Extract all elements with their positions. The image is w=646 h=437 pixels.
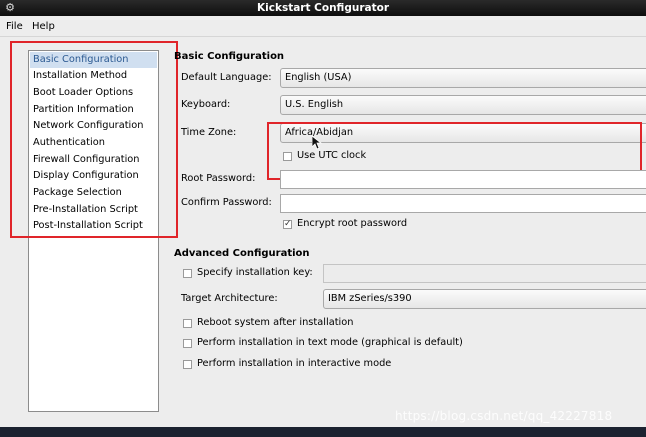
text-mode-checkbox[interactable] xyxy=(183,339,192,348)
kickstart-app-icon[interactable]: ⚙ xyxy=(3,1,17,15)
reboot-checkbox[interactable] xyxy=(183,319,192,328)
interactive-mode-label: Perform installation in interactive mode xyxy=(197,358,392,369)
mouse-cursor-icon xyxy=(312,136,322,150)
encrypt-root-password-label: Encrypt root password xyxy=(297,218,408,229)
text-mode-label: Perform installation in text mode (graph… xyxy=(197,337,463,348)
interactive-mode-checkbox[interactable] xyxy=(183,360,192,369)
keyboard-combo[interactable]: U.S. English xyxy=(280,95,646,115)
basic-configuration-title: Basic Configuration xyxy=(174,51,285,62)
window-title: Kickstart Configurator xyxy=(257,2,389,14)
menu-bar: File Help xyxy=(0,16,646,37)
confirm-password-input[interactable] xyxy=(280,194,646,213)
highlight-box-sidebar xyxy=(10,41,178,238)
title-bar: ⚙ Kickstart Configurator xyxy=(0,0,646,16)
keyboard-label: Keyboard: xyxy=(181,99,231,110)
desktop-strip xyxy=(0,427,646,437)
menu-help[interactable]: Help xyxy=(32,19,55,34)
encrypt-root-password-checkbox[interactable]: ✓ xyxy=(283,219,292,229)
specify-installation-key-label: Specify installation key: xyxy=(197,267,313,278)
default-language-label: Default Language: xyxy=(181,72,272,83)
advanced-configuration-title: Advanced Configuration xyxy=(174,248,310,259)
specify-installation-key-checkbox[interactable] xyxy=(183,269,192,278)
target-architecture-combo[interactable]: IBM zSeries/s390 xyxy=(323,289,646,309)
watermark-text: https://blog.csdn.net/qq_42227818 xyxy=(395,409,613,423)
root-password-input[interactable] xyxy=(280,170,646,189)
target-architecture-label: Target Architecture: xyxy=(181,293,278,304)
menu-file[interactable]: File xyxy=(6,19,23,34)
reboot-label: Reboot system after installation xyxy=(197,317,354,328)
root-password-label: Root Password: xyxy=(181,173,256,184)
time-zone-label: Time Zone: xyxy=(181,127,237,138)
checkmark-icon: ✓ xyxy=(284,219,292,229)
installation-key-input[interactable] xyxy=(323,264,646,283)
default-language-combo[interactable]: English (USA) xyxy=(280,68,646,88)
confirm-password-label: Confirm Password: xyxy=(181,197,272,208)
